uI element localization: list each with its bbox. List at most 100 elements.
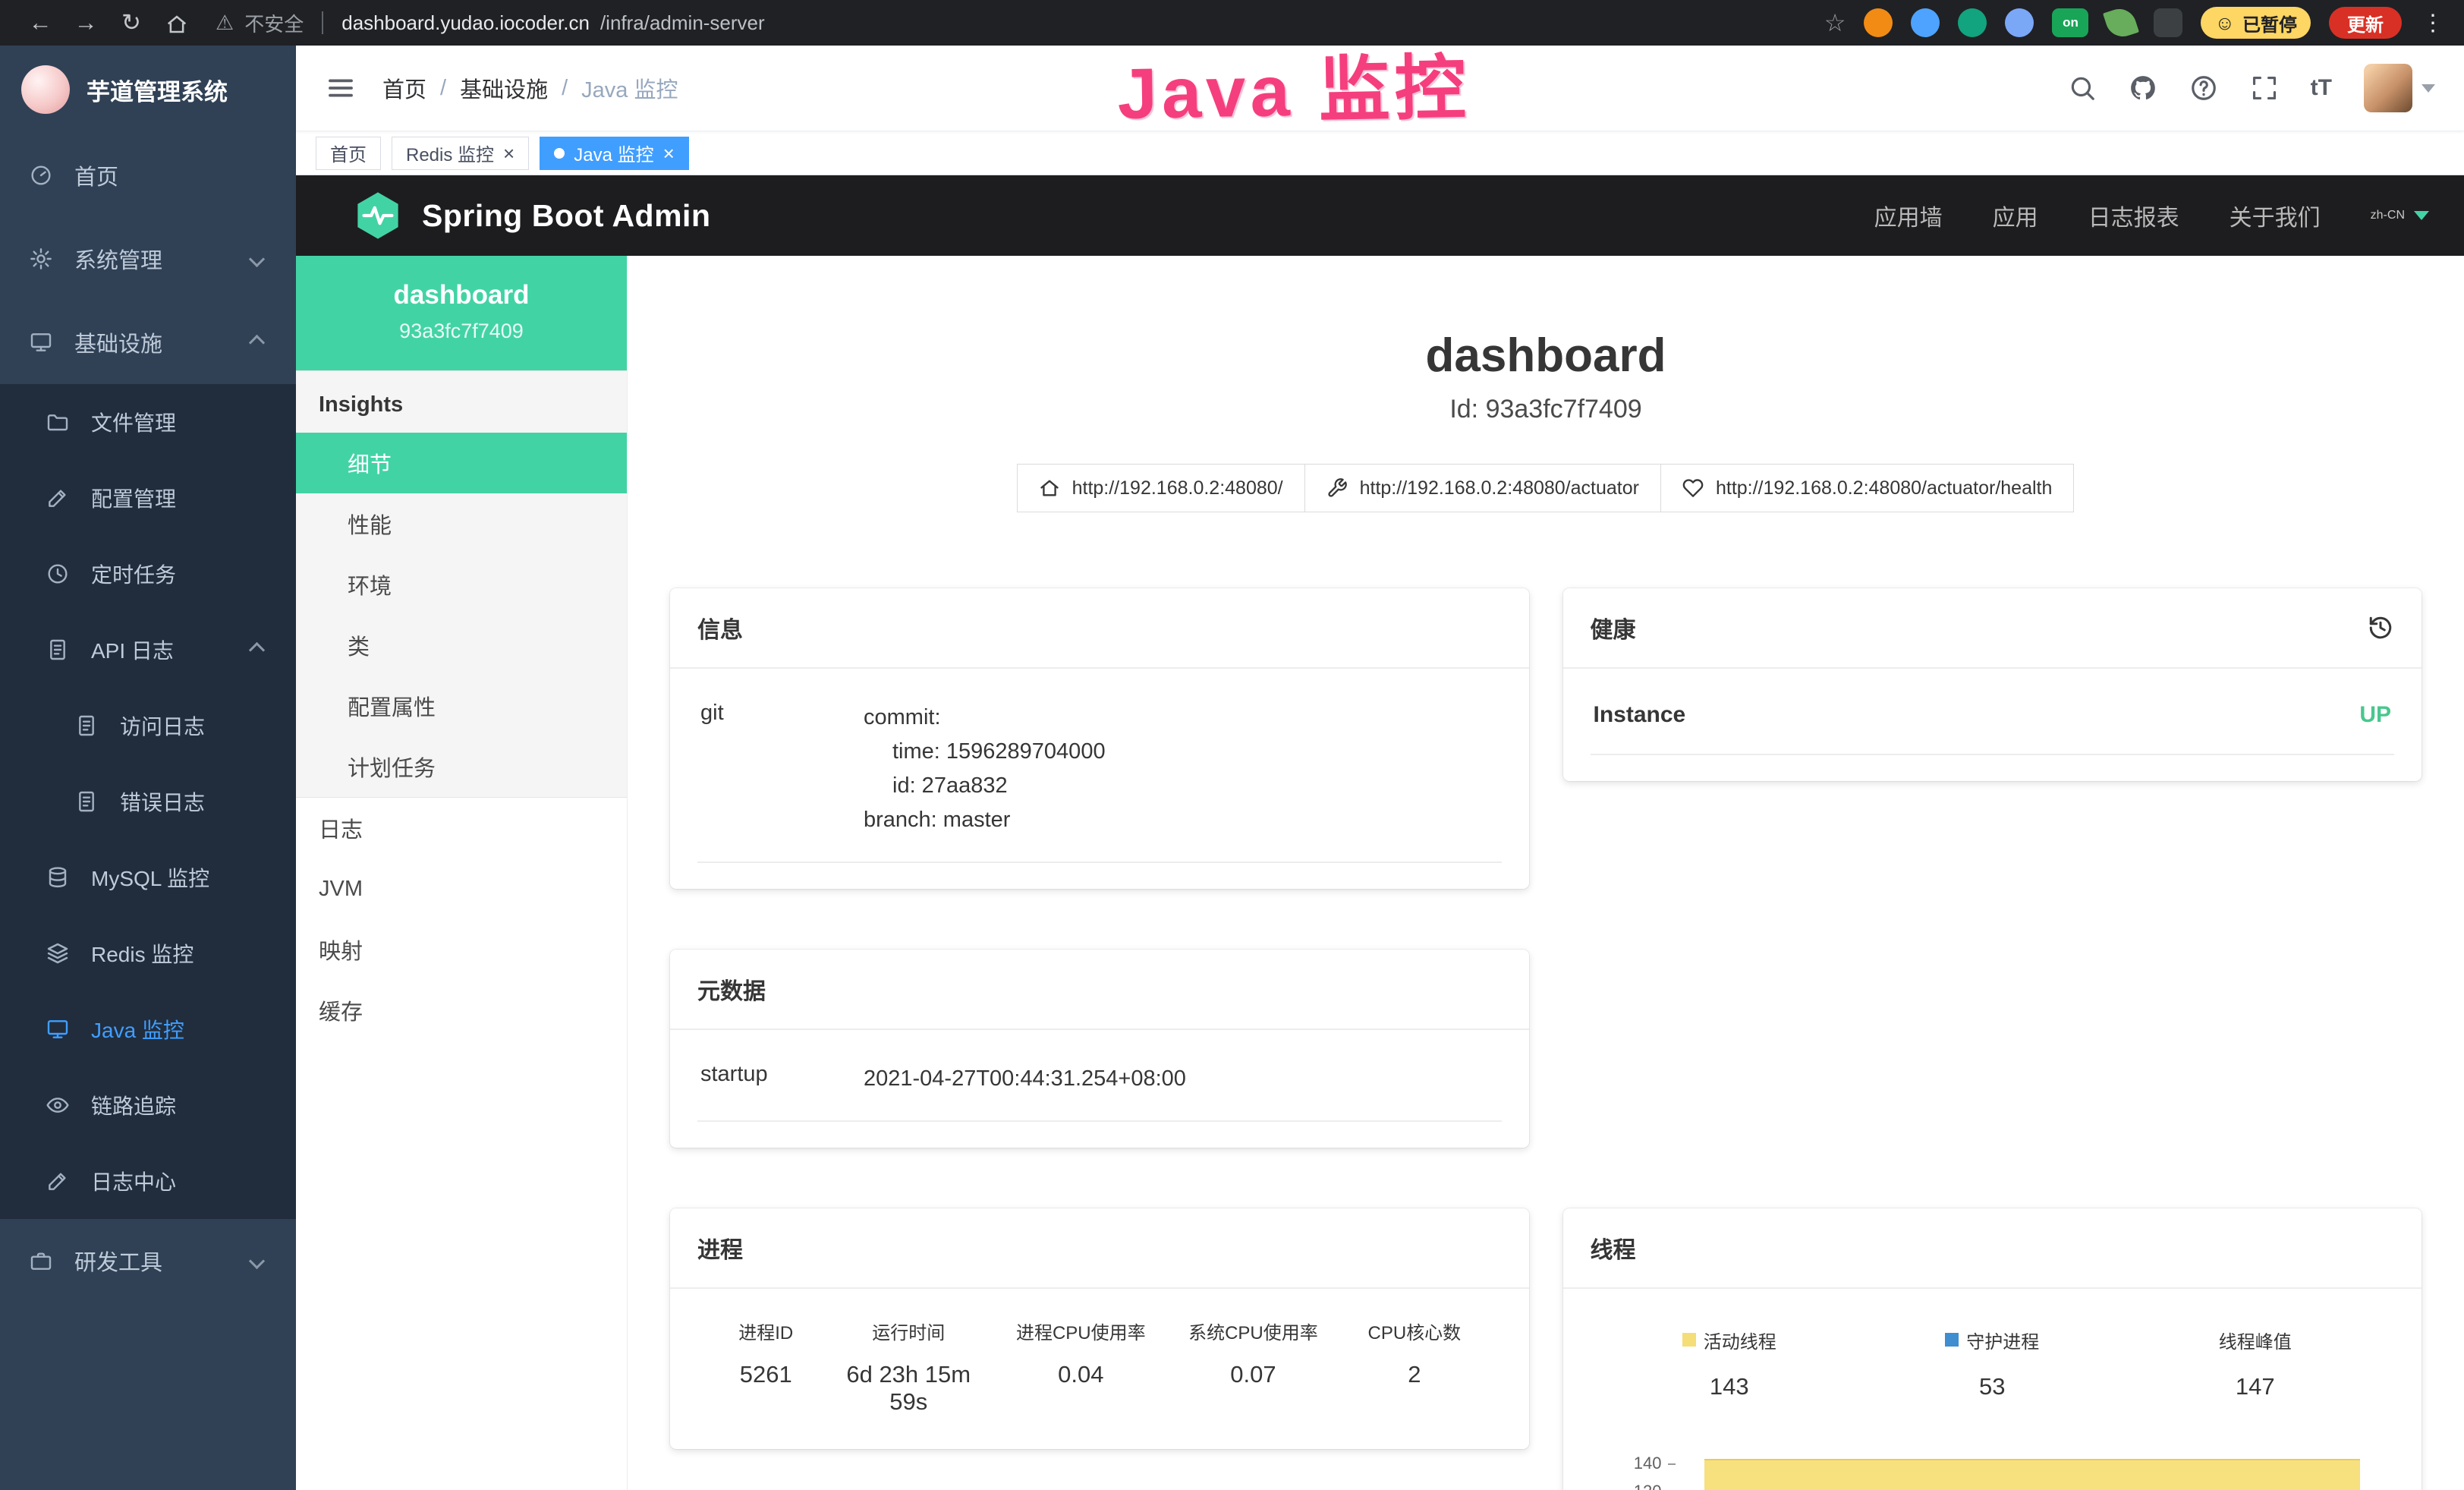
sidebar-item-tracing[interactable]: 链路追踪 — [0, 1067, 296, 1143]
sidebar-item-error-logs[interactable]: 错误日志 — [0, 764, 296, 840]
tab-home[interactable]: 首页 — [316, 137, 381, 170]
annotation-overlay-text: Java 监控 — [1116, 30, 1471, 139]
heart-icon — [1682, 477, 1704, 499]
locale-select[interactable]: zh-CN — [2371, 209, 2429, 222]
legend-swatch-yellow — [1682, 1333, 1696, 1347]
infrastructure-submenu: 文件管理 配置管理 定时任务 API 日志 访问日志 — [0, 384, 296, 1219]
sba-item-caches[interactable]: 缓存 — [296, 980, 627, 1041]
close-icon[interactable] — [503, 143, 515, 163]
extension-icon-1[interactable] — [1864, 8, 1893, 37]
breadcrumb-home[interactable]: 首页 — [382, 72, 426, 104]
process-col-pid: 进程ID 5261 — [702, 1318, 829, 1416]
sba-item-config-props[interactable]: 配置属性 — [296, 676, 627, 736]
sba-nav-about[interactable]: 关于我们 — [2230, 199, 2321, 232]
sba-title: Spring Boot Admin — [422, 198, 710, 234]
sba-item-jvm[interactable]: JVM — [296, 858, 627, 919]
sba-item-mappings[interactable]: 映射 — [296, 919, 627, 980]
sba-nav-wallboard[interactable]: 应用墙 — [1874, 199, 1943, 232]
sidebar-item-mysql-monitor[interactable]: MySQL 监控 — [0, 840, 296, 915]
fullscreen-icon[interactable] — [2250, 74, 2279, 102]
font-size-icon[interactable] — [2311, 75, 2332, 101]
sba-item-details[interactable]: 细节 — [296, 433, 627, 493]
close-icon[interactable] — [663, 143, 675, 163]
app-logo-image — [21, 65, 70, 114]
insights-group: Insights 细节 性能 环境 类 配置属性 计划任务 — [296, 370, 627, 798]
breadcrumb-infrastructure[interactable]: 基础设施 — [460, 72, 548, 104]
sidebar-item-config-mgmt[interactable]: 配置管理 — [0, 460, 296, 536]
infrastructure-icon — [27, 330, 55, 354]
extension-icon-3[interactable] — [1958, 8, 1987, 37]
chevron-down-icon — [249, 1252, 265, 1268]
tab-redis-monitor[interactable]: Redis 监控 — [392, 137, 529, 170]
sba-item-metrics[interactable]: 性能 — [296, 493, 627, 554]
dashboard-icon — [27, 163, 55, 187]
chevron-up-icon — [249, 334, 265, 350]
github-icon[interactable] — [2129, 74, 2157, 102]
sidebar-item-home[interactable]: 首页 — [0, 134, 296, 217]
document-icon — [44, 638, 71, 662]
sba-item-scheduled-tasks[interactable]: 计划任务 — [296, 736, 627, 797]
health-url-button[interactable]: http://192.168.0.2:48080/actuator/health — [1660, 464, 2074, 512]
extension-icon-2[interactable] — [1911, 8, 1940, 37]
chrome-toolbar: ☆ 已暂停 更新 ⋮ — [1824, 7, 2444, 39]
sba-brand[interactable]: Spring Boot Admin — [352, 190, 710, 241]
actuator-url-button[interactable]: http://192.168.0.2:48080/actuator — [1304, 464, 1661, 512]
process-table: 进程ID 5261 运行时间 6d 23h 15m 59s 进程CPU使用率 0… — [697, 1296, 1502, 1423]
user-menu[interactable] — [2364, 64, 2435, 112]
service-url-button[interactable]: http://192.168.0.2:48080/ — [1017, 464, 1305, 512]
instance-header[interactable]: dashboard 93a3fc7f7409 — [296, 256, 627, 370]
browser-chrome: ← → ↻ ⚠ 不安全 dashboard.yudao.iocoder.cn/i… — [0, 0, 2464, 46]
update-button[interactable]: 更新 — [2329, 7, 2402, 39]
address-bar[interactable]: ⚠ 不安全 dashboard.yudao.iocoder.cn/infra/a… — [216, 9, 765, 37]
sba-item-logs[interactable]: 日志 — [296, 798, 627, 858]
sidebar-item-redis-monitor[interactable]: Redis 监控 — [0, 915, 296, 991]
extension-icon-4[interactable] — [2005, 8, 2034, 37]
sidebar-item-system-mgmt[interactable]: 系统管理 — [0, 217, 296, 301]
sidebar-item-scheduled-jobs[interactable]: 定时任务 — [0, 536, 296, 612]
monitor-icon — [44, 1017, 71, 1041]
sidebar-item-dev-tools[interactable]: 研发工具 — [0, 1219, 296, 1303]
sidebar-item-java-monitor[interactable]: Java 监控 — [0, 991, 296, 1067]
threads-legend: 活动线程 143 守护进程 53 线程峰值 147 — [1591, 1296, 2395, 1400]
sidebar-item-access-logs[interactable]: 访问日志 — [0, 688, 296, 764]
sidebar-item-infrastructure[interactable]: 基础设施 — [0, 301, 296, 384]
metadata-row-startup: startup 2021-04-27T00:44:31.254+08:00 — [697, 1038, 1502, 1122]
process-col-process-cpu: 进程CPU使用率 0.04 — [987, 1318, 1175, 1416]
home-icon[interactable] — [156, 0, 197, 46]
y-axis-tick: 140 — [1591, 1454, 1676, 1473]
legend-daemon-threads: 守护进程 53 — [1861, 1327, 2124, 1400]
app-logo-row[interactable]: 芋道管理系统 — [0, 46, 296, 134]
app-frame: 芋道管理系统 首页 系统管理 基础设施 文件管理 — [0, 46, 2464, 1490]
browser-menu-icon[interactable]: ⋮ — [2422, 10, 2444, 36]
eye-icon — [44, 1093, 71, 1117]
process-col-system-cpu: 系统CPU使用率 0.07 — [1175, 1318, 1333, 1416]
help-icon[interactable] — [2189, 74, 2218, 102]
tab-java-monitor[interactable]: Java 监控 — [540, 137, 689, 170]
sidebar-item-log-center[interactable]: 日志中心 — [0, 1143, 296, 1219]
sba-item-environment[interactable]: 环境 — [296, 554, 627, 615]
sba-item-classes[interactable]: 类 — [296, 615, 627, 676]
extensions-puzzle-icon[interactable] — [2154, 8, 2182, 37]
history-icon[interactable] — [2367, 614, 2394, 641]
sidebar-item-api-logs[interactable]: API 日志 — [0, 612, 296, 688]
extension-leaf-icon[interactable] — [2104, 5, 2140, 41]
avatar — [2364, 64, 2412, 112]
sba-nav-journal[interactable]: 日志报表 — [2088, 199, 2179, 232]
gear-icon — [27, 247, 55, 271]
sba-nav-applications[interactable]: 应用 — [1993, 199, 2038, 232]
instance-name: dashboard — [308, 280, 615, 310]
sba-root-items: 日志 JVM 映射 缓存 — [296, 798, 627, 1041]
url-host: dashboard.yudao.iocoder.cn — [341, 11, 590, 35]
page-title: dashboard — [628, 329, 2464, 383]
forward-icon[interactable]: → — [65, 0, 106, 46]
reload-icon[interactable]: ↻ — [111, 0, 152, 46]
back-icon[interactable]: ← — [20, 0, 61, 46]
search-icon[interactable] — [2068, 74, 2097, 102]
extension-switch-on-icon[interactable] — [2052, 8, 2088, 37]
info-card: 信息 git commit: time: 1596289704000 id: 2… — [670, 588, 1529, 889]
bookmark-star-icon[interactable]: ☆ — [1824, 8, 1846, 37]
sba-logo-icon — [352, 190, 404, 241]
hamburger-icon[interactable] — [325, 72, 357, 104]
sidebar-item-file-mgmt[interactable]: 文件管理 — [0, 384, 296, 460]
paused-badge[interactable]: 已暂停 — [2201, 7, 2311, 39]
